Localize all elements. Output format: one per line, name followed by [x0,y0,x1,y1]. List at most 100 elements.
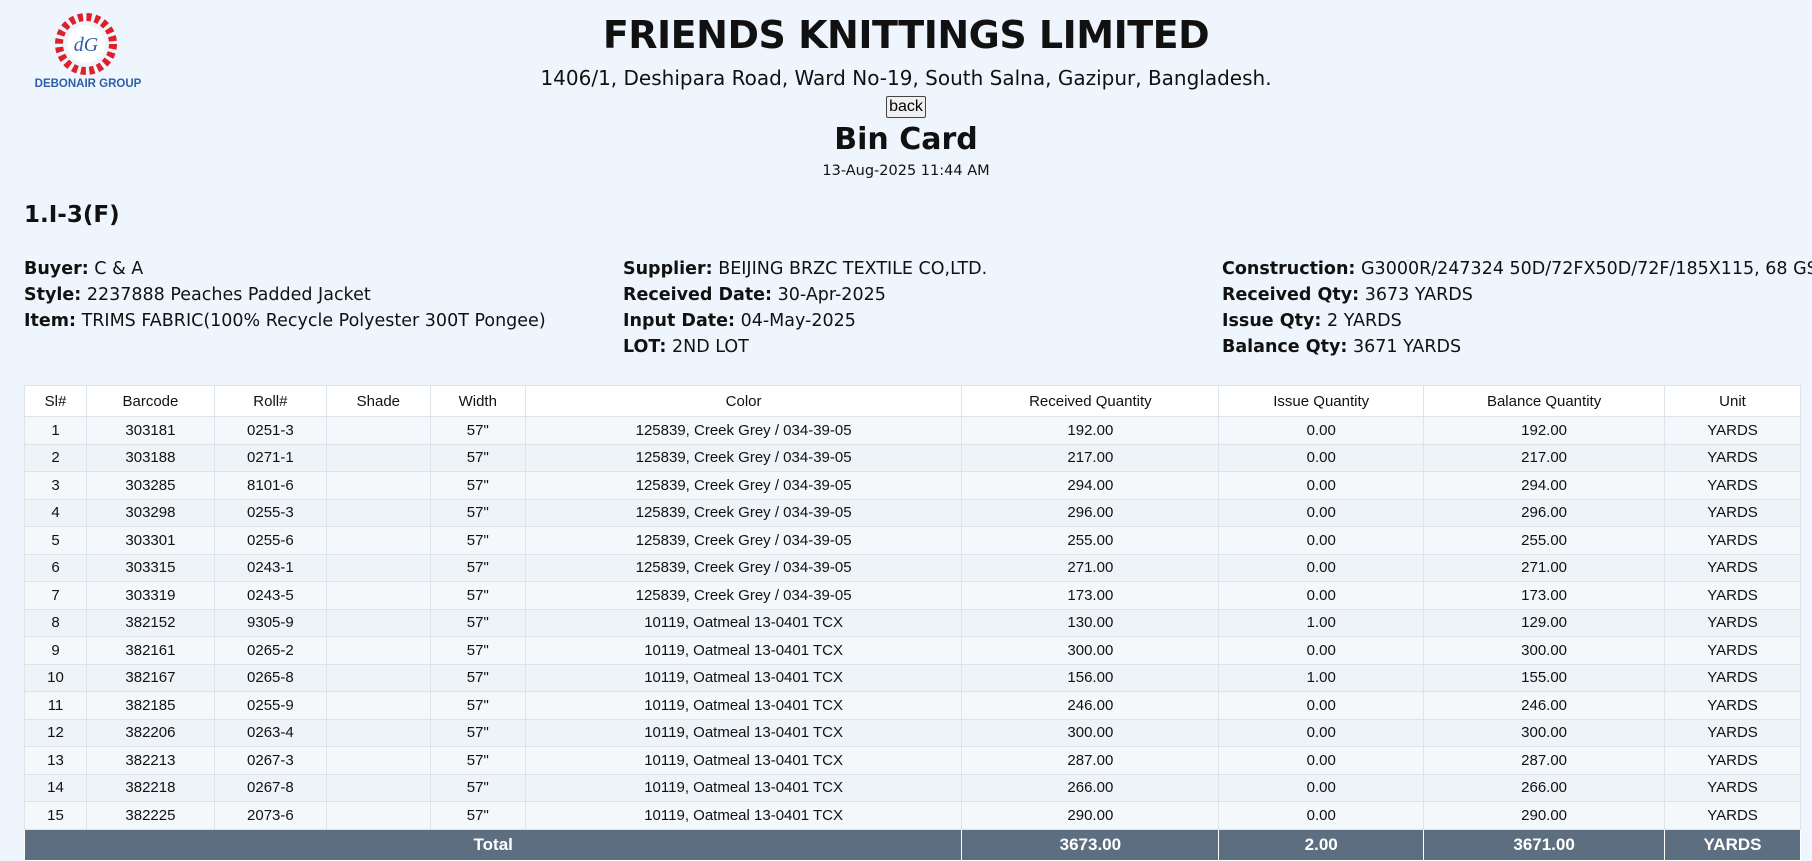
cell-unit: YARDS [1664,416,1801,445]
cell-color: 10119, Oatmeal 13-0401 TCX [524,801,963,830]
lot-row: LOT: 2ND LOT [623,334,987,360]
table-row: 6 303315 0243-1 57" 125839, Creek Grey / 034… [24,553,1801,582]
cell-issue-qty: 0.00 [1218,718,1425,747]
cell-sl: 3 [24,471,87,500]
cell-roll: 0255-3 [213,498,327,527]
cell-balance-qty: 155.00 [1423,663,1666,692]
cell-sl: 13 [24,746,87,775]
cell-shade [325,471,431,500]
cell-roll: 0255-6 [213,526,327,555]
company-address: 1406/1, Deshipara Road, Ward No-19, Sout… [540,66,1272,90]
cell-received-qty: 290.00 [961,801,1220,830]
cell-shade [325,636,431,665]
buyer-label: Buyer: [24,259,89,279]
report-header: FRIENDS KNITTINGS LIMITED 1406/1, Deship… [0,10,1812,181]
cell-shade [325,553,431,582]
cell-barcode: 303315 [85,553,215,582]
cell-barcode: 303188 [85,443,215,472]
cell-barcode: 382152 [85,608,215,637]
buyer-value: C & A [94,259,144,279]
cell-width: 57" [429,553,526,582]
cell-shade [325,608,431,637]
cell-unit: YARDS [1664,443,1801,472]
cell-color: 10119, Oatmeal 13-0401 TCX [524,636,963,665]
cell-color: 125839, Creek Grey / 034-39-05 [524,553,963,582]
style-value: 2237888 Peaches Padded Jacket [86,285,371,305]
cell-received-qty: 246.00 [961,691,1220,720]
cell-unit: YARDS [1664,746,1801,775]
cell-roll: 0243-5 [213,581,327,610]
table-row: 10 382167 0265-8 57" 10119, Oatmeal 13-0401 … [24,663,1801,692]
cell-unit: YARDS [1664,608,1801,637]
cell-roll: 0267-8 [213,773,327,802]
cell-received-qty: 156.00 [961,663,1220,692]
info-column-2: Supplier: BEIJING BRZC TEXTILE CO,LTD. R… [623,256,987,360]
cell-color: 125839, Creek Grey / 034-39-05 [524,443,963,472]
received-date-row: Received Date: 30-Apr-2025 [623,282,987,308]
cell-barcode: 382161 [85,636,215,665]
cell-balance-qty: 294.00 [1423,471,1666,500]
col-header-unit: Unit [1664,385,1801,417]
col-header-width: Width [429,385,526,417]
cell-balance-qty: 271.00 [1423,553,1666,582]
cell-received-qty: 271.00 [961,553,1220,582]
cell-received-qty: 173.00 [961,581,1220,610]
cell-issue-qty: 0.00 [1218,773,1425,802]
cell-sl: 6 [24,553,87,582]
table-row: 7 303319 0243-5 57" 125839, Creek Grey / 034… [24,581,1801,610]
cell-received-qty: 255.00 [961,526,1220,555]
cell-shade [325,718,431,747]
cell-balance-qty: 266.00 [1423,773,1666,802]
style-label: Style: [24,285,82,305]
cell-barcode: 382213 [85,746,215,775]
cell-unit: YARDS [1664,773,1801,802]
cell-unit: YARDS [1664,663,1801,692]
cell-unit: YARDS [1664,581,1801,610]
total-balance: 3671.00 [1423,828,1666,861]
company-name: FRIENDS KNITTINGS LIMITED [602,13,1210,57]
cell-unit: YARDS [1664,718,1801,747]
cell-issue-qty: 0.00 [1218,691,1425,720]
table-row: 12 382206 0263-4 57" 10119, Oatmeal 13-0401 … [24,718,1801,747]
cell-shade [325,443,431,472]
issue-qty-value: 2 YARDS [1327,311,1402,331]
total-unit: YARDS [1664,828,1801,861]
supplier-value: BEIJING BRZC TEXTILE CO,LTD. [718,259,988,279]
cell-barcode: 303319 [85,581,215,610]
input-date-row: Input Date: 04-May-2025 [623,308,987,334]
table-row: 2 303188 0271-1 57" 125839, Creek Grey / 034… [24,443,1801,472]
cell-received-qty: 300.00 [961,718,1220,747]
cell-width: 57" [429,801,526,830]
cell-unit: YARDS [1664,526,1801,555]
cell-roll: 9305-9 [213,608,327,637]
info-column-3: Construction: G3000R/247324 50D/72FX50D/… [1222,256,1812,360]
lot-value: 2ND LOT [671,337,749,357]
cell-sl: 8 [24,608,87,637]
cell-color: 10119, Oatmeal 13-0401 TCX [524,608,963,637]
cell-received-qty: 130.00 [961,608,1220,637]
cell-balance-qty: 173.00 [1423,581,1666,610]
received-qty-label: Received Qty: [1222,285,1360,305]
cell-width: 57" [429,608,526,637]
cell-roll: 2073-6 [213,801,327,830]
cell-balance-qty: 255.00 [1423,526,1666,555]
table-row: 8 382152 9305-9 57" 10119, Oatmeal 13-0401 T… [24,608,1801,637]
col-header-issue-qty: Issue Quantity [1218,385,1425,417]
cell-width: 57" [429,746,526,775]
table-row: 3 303285 8101-6 57" 125839, Creek Grey / 034… [24,471,1801,500]
col-header-barcode: Barcode [85,385,215,417]
info-column-1: Buyer: C & A Style: 2237888 Peaches Padd… [24,256,546,334]
received-qty-value: 3673 YARDS [1364,285,1473,305]
cell-shade [325,498,431,527]
cell-color: 10119, Oatmeal 13-0401 TCX [524,746,963,775]
cell-sl: 4 [24,498,87,527]
back-button[interactable]: back [886,96,926,118]
cell-issue-qty: 0.00 [1218,636,1425,665]
cell-balance-qty: 129.00 [1423,608,1666,637]
cell-shade [325,691,431,720]
cell-color: 125839, Creek Grey / 034-39-05 [524,416,963,445]
cell-sl: 2 [24,443,87,472]
input-date-label: Input Date: [623,311,735,331]
cell-color: 125839, Creek Grey / 034-39-05 [524,471,963,500]
col-header-balance-qty: Balance Quantity [1423,385,1666,417]
